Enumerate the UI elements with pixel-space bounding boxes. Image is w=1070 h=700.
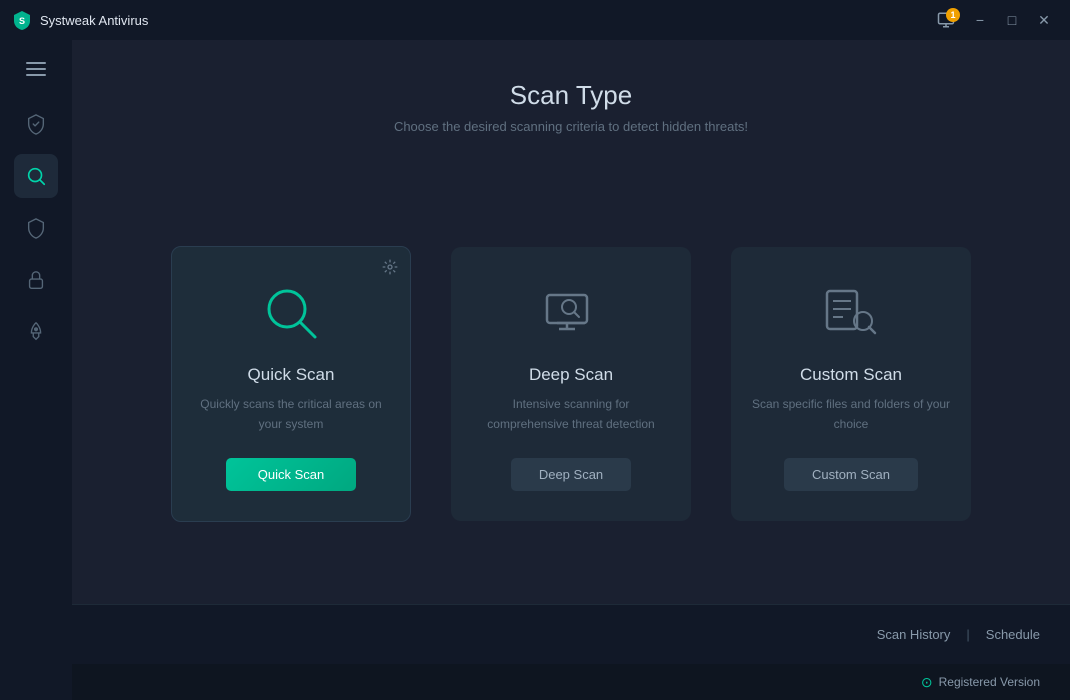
- custom-scan-icon: [815, 277, 887, 349]
- quick-scan-desc: Quickly scans the critical areas on your…: [192, 395, 390, 433]
- settings-icon[interactable]: [382, 259, 398, 279]
- quick-scan-title: Quick Scan: [248, 365, 335, 385]
- close-button[interactable]: ✕: [1030, 6, 1058, 34]
- footer-right: Scan History | Schedule: [877, 627, 1040, 642]
- sidebar-menu-button[interactable]: [14, 50, 58, 88]
- sidebar: [0, 40, 72, 700]
- page-subtitle: Choose the desired scanning criteria to …: [72, 119, 1070, 134]
- deep-scan-desc: Intensive scanning for comprehensive thr…: [471, 395, 671, 433]
- shield-check-icon: [25, 217, 47, 239]
- scan-history-link[interactable]: Scan History: [877, 627, 951, 642]
- sidebar-item-scan[interactable]: [14, 154, 58, 198]
- minimize-button[interactable]: −: [966, 6, 994, 34]
- quick-scan-button[interactable]: Quick Scan: [226, 458, 356, 491]
- search-icon: [25, 165, 47, 187]
- menu-line: [26, 68, 46, 70]
- registered-label: Registered Version: [939, 675, 1040, 689]
- menu-line: [26, 62, 46, 64]
- notification-badge: 1: [946, 8, 960, 22]
- title-bar-left: S Systweak Antivirus: [12, 10, 148, 30]
- page-title: Scan Type: [72, 80, 1070, 111]
- custom-scan-desc: Scan specific files and folders of your …: [751, 395, 951, 433]
- title-bar-controls: 1 − □ ✕: [930, 6, 1058, 34]
- notification-button[interactable]: 1: [930, 6, 962, 34]
- sidebar-item-security[interactable]: [14, 206, 58, 250]
- shield-icon: [25, 113, 47, 135]
- scan-cards-container: Quick Scan Quickly scans the critical ar…: [72, 164, 1070, 604]
- quick-scan-card[interactable]: Quick Scan Quickly scans the critical ar…: [171, 246, 411, 521]
- menu-line: [26, 74, 46, 76]
- deep-scan-button[interactable]: Deep Scan: [511, 458, 631, 491]
- sidebar-item-protection[interactable]: [14, 102, 58, 146]
- custom-scan-title: Custom Scan: [800, 365, 902, 385]
- content-area: Scan Type Choose the desired scanning cr…: [72, 40, 1070, 700]
- rocket-icon: [25, 321, 47, 343]
- status-bar: ⊙ Registered Version: [72, 664, 1070, 700]
- deep-scan-card[interactable]: Deep Scan Intensive scanning for compreh…: [451, 247, 691, 520]
- app-logo-icon: S: [12, 10, 32, 30]
- svg-text:S: S: [19, 16, 25, 26]
- registered-status: ⊙ Registered Version: [921, 674, 1040, 691]
- custom-scan-button[interactable]: Custom Scan: [784, 458, 918, 491]
- title-bar: S Systweak Antivirus 1 − □ ✕: [0, 0, 1070, 40]
- maximize-button[interactable]: □: [998, 6, 1026, 34]
- main-layout: Scan Type Choose the desired scanning cr…: [0, 40, 1070, 700]
- sidebar-item-boost[interactable]: [14, 310, 58, 354]
- lock-icon: [25, 269, 47, 291]
- footer-divider: |: [966, 627, 969, 642]
- schedule-link[interactable]: Schedule: [986, 627, 1040, 642]
- content-header: Scan Type Choose the desired scanning cr…: [72, 40, 1070, 164]
- custom-scan-card[interactable]: Custom Scan Scan specific files and fold…: [731, 247, 971, 520]
- registered-check-icon: ⊙: [921, 674, 933, 691]
- deep-scan-icon: [535, 277, 607, 349]
- sidebar-item-privacy[interactable]: [14, 258, 58, 302]
- deep-scan-title: Deep Scan: [529, 365, 613, 385]
- footer: Scan History | Schedule: [72, 604, 1070, 664]
- app-title: Systweak Antivirus: [40, 13, 148, 28]
- quick-scan-icon: [255, 277, 327, 349]
